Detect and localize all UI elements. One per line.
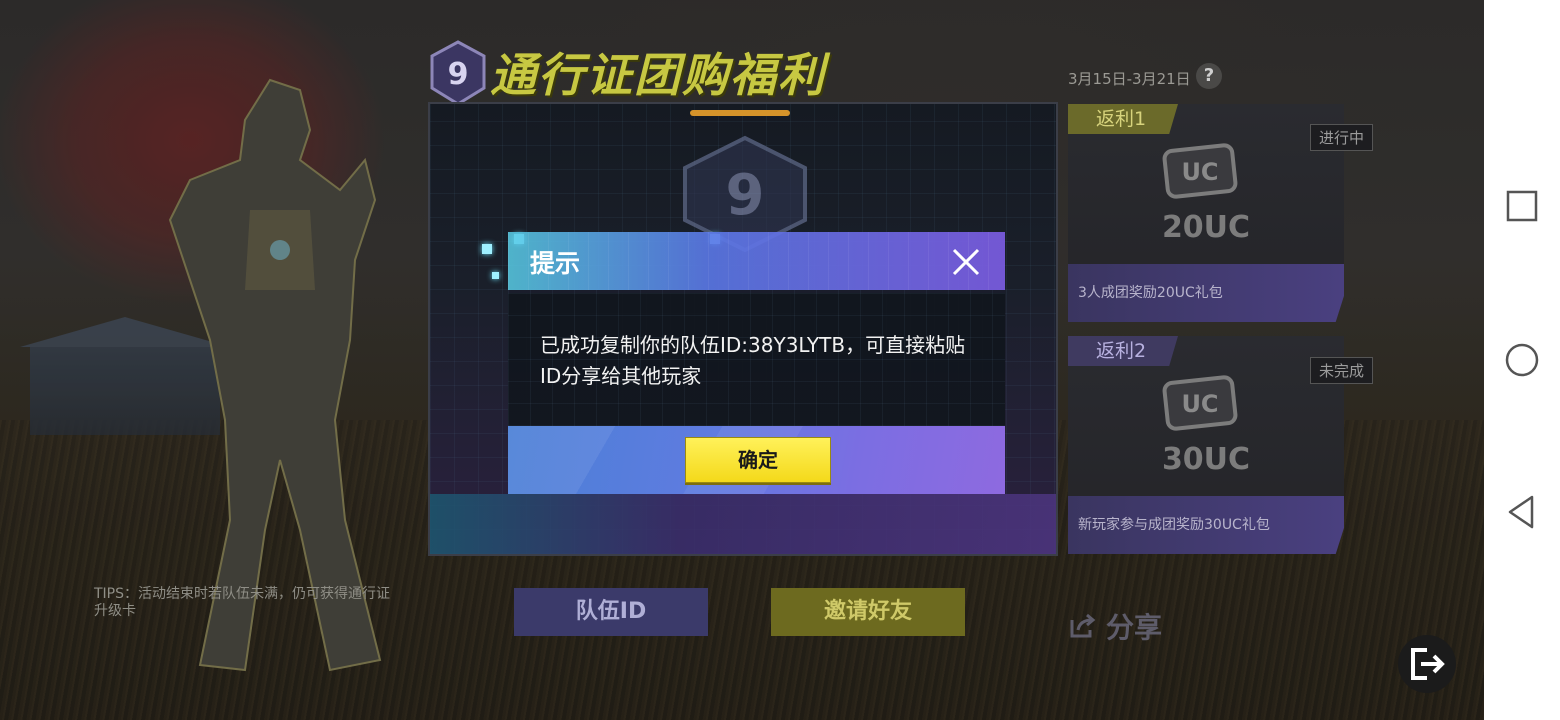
game-screen: 9 通行证团购福利 3月15日-3月21日 ? 9 返利1 UC 20UC 3人… [0,0,1484,720]
tips-text: TIPS：活动结束时若队伍未满，仍可获得通行证升级卡 [94,586,391,619]
question-icon[interactable]: ? [1196,63,1222,89]
reward-card-2: 返利2 UC 30UC 新玩家参与成团奖励30UC礼包 [1068,336,1344,554]
reward-status-badge: 未完成 [1310,357,1374,384]
svg-text:9: 9 [448,57,469,92]
svg-text:UC: UC [1181,158,1218,186]
reward-tag: 返利2 [1068,336,1178,366]
reward-tag: 返利1 [1068,104,1178,134]
uc-icon: UC [1162,375,1238,431]
dialog-footer: 确定 [508,426,1005,494]
triangle-back-icon[interactable] [1504,494,1540,530]
reward-description: 3人成团奖励20UC礼包 [1068,264,1344,322]
reward-status-badge: 进行中 [1310,124,1374,151]
panel-bottom-band [430,494,1056,554]
android-nav-bar [1484,0,1560,720]
invite-friends-button[interactable]: 邀请好友 [771,588,965,636]
dialog-message: 已成功复制你的队伍ID:38Y3LYTB，可直接粘贴ID分享给其他玩家 [540,333,966,388]
dialog-title: 提示 [530,249,581,278]
dialog-body: 已成功复制你的队伍ID:38Y3LYTB，可直接粘贴ID分享给其他玩家 [508,290,1005,426]
exit-button[interactable] [1398,635,1456,693]
close-icon[interactable] [948,244,984,280]
share-label: 分享 [1106,611,1163,644]
svg-text:UC: UC [1181,390,1218,418]
square-icon[interactable] [1504,188,1540,224]
pass-season-logo-icon: 9 [430,40,486,106]
copy-success-dialog: 提示 已成功复制你的队伍ID:38Y3LYTB，可直接粘贴ID分享给其他玩家 确… [508,232,1005,494]
panel-accent-bar [690,110,790,116]
circle-icon[interactable] [1504,342,1540,378]
reward-description: 新玩家参与成团奖励30UC礼包 [1068,496,1344,554]
sparkle-decoration [482,244,492,254]
reward-card-1: 返利1 UC 20UC 3人成团奖励20UC礼包 [1068,104,1344,322]
page-title: 通行证团购福利 [490,48,826,102]
exit-icon [1411,648,1445,680]
reward-amount: 30UC [1161,442,1251,477]
uc-icon: UC [1162,143,1238,199]
date-range: 3月15日-3月21日 [1068,70,1191,88]
sparkle-decoration [492,272,499,279]
team-id-button[interactable]: 队伍ID [514,588,708,636]
share-icon [1070,613,1096,638]
confirm-button[interactable]: 确定 [685,437,831,483]
dialog-header: 提示 [508,232,1005,293]
svg-text:9: 9 [726,163,765,228]
reward-amount: 20UC [1161,210,1251,245]
